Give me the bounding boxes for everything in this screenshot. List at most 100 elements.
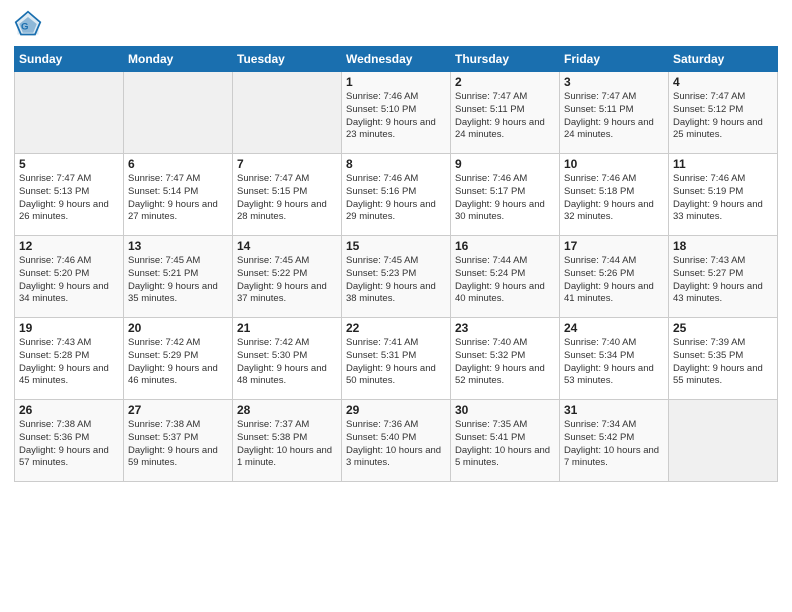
day-number: 11	[673, 157, 773, 171]
calendar-day-cell: 6Sunrise: 7:47 AM Sunset: 5:14 PM Daylig…	[124, 154, 233, 236]
day-number: 10	[564, 157, 664, 171]
calendar-body: 1Sunrise: 7:46 AM Sunset: 5:10 PM Daylig…	[15, 72, 778, 482]
calendar-day-cell: 30 Sunrise: 7:35 AM Sunset: 5:41 PM Dayli…	[451, 400, 560, 482]
calendar-week-row: 1Sunrise: 7:46 AM Sunset: 5:10 PM Daylig…	[15, 72, 778, 154]
day-info: Sunrise: 7:46 AM Sunset: 5:16 PM Dayligh…	[346, 173, 446, 224]
day-info: Sunrise: 7:45 AM Sunset: 5:23 PM Dayligh…	[346, 255, 446, 306]
calendar-day-cell: 17Sunrise: 7:44 AM Sunset: 5:26 PM Dayli…	[560, 236, 669, 318]
day-number: 5	[19, 157, 119, 171]
calendar-day-cell: 14 Sunrise: 7:45 AM Sunset: 5:22 PM Dayli…	[233, 236, 342, 318]
weekday-header-tuesday: Tuesday	[233, 47, 342, 72]
calendar-day-cell: 24 Sunrise: 7:40 AM Sunset: 5:34 PM Dayli…	[560, 318, 669, 400]
day-number: 17	[564, 239, 664, 253]
day-number: 3	[564, 75, 664, 89]
day-number: 8	[346, 157, 446, 171]
calendar-day-cell: 27Sunrise: 7:38 AM Sunset: 5:37 PM Dayli…	[124, 400, 233, 482]
calendar-day-cell: 29 Sunrise: 7:36 AM Sunset: 5:40 PM Dayli…	[342, 400, 451, 482]
day-number: 20	[128, 321, 228, 335]
calendar-day-cell: 7Sunrise: 7:47 AM Sunset: 5:15 PM Daylig…	[233, 154, 342, 236]
calendar-day-cell: 3 Sunrise: 7:47 AM Sunset: 5:11 PM Daylig…	[560, 72, 669, 154]
day-number: 7	[237, 157, 337, 171]
calendar-week-row: 5 Sunrise: 7:47 AM Sunset: 5:13 PM Daylig…	[15, 154, 778, 236]
day-info: Sunrise: 7:44 AM Sunset: 5:24 PM Dayligh…	[455, 255, 555, 306]
day-info: Sunrise: 7:47 AM Sunset: 5:11 PM Dayligh…	[455, 91, 555, 142]
day-number: 19	[19, 321, 119, 335]
day-info: Sunrise: 7:47 AM Sunset: 5:12 PM Dayligh…	[673, 91, 773, 142]
calendar-day-cell: 21 Sunrise: 7:42 AM Sunset: 5:30 PM Dayli…	[233, 318, 342, 400]
day-number: 23	[455, 321, 555, 335]
calendar-week-row: 12 Sunrise: 7:46 AM Sunset: 5:20 PM Dayli…	[15, 236, 778, 318]
day-number: 14	[237, 239, 337, 253]
day-number: 30	[455, 403, 555, 417]
day-number: 24	[564, 321, 664, 335]
day-number: 31	[564, 403, 664, 417]
day-number: 2	[455, 75, 555, 89]
day-number: 4	[673, 75, 773, 89]
weekday-header-row: SundayMondayTuesdayWednesdayThursdayFrid…	[15, 47, 778, 72]
calendar-day-cell: 15 Sunrise: 7:45 AM Sunset: 5:23 PM Dayli…	[342, 236, 451, 318]
day-info: Sunrise: 7:47 AM Sunset: 5:13 PM Dayligh…	[19, 173, 119, 224]
day-info: Sunrise: 7:38 AM Sunset: 5:37 PM Dayligh…	[128, 419, 228, 470]
day-number: 25	[673, 321, 773, 335]
day-number: 22	[346, 321, 446, 335]
day-info: Sunrise: 7:41 AM Sunset: 5:31 PM Dayligh…	[346, 337, 446, 388]
calendar-day-cell	[669, 400, 778, 482]
page-header: G	[14, 10, 778, 38]
svg-text:G: G	[21, 21, 28, 32]
calendar-day-cell: 10 Sunrise: 7:46 AM Sunset: 5:18 PM Dayli…	[560, 154, 669, 236]
day-number: 21	[237, 321, 337, 335]
day-number: 15	[346, 239, 446, 253]
weekday-header-monday: Monday	[124, 47, 233, 72]
day-info: Sunrise: 7:47 AM Sunset: 5:11 PM Dayligh…	[564, 91, 664, 142]
day-info: Sunrise: 7:42 AM Sunset: 5:29 PM Dayligh…	[128, 337, 228, 388]
calendar-day-cell: 26 Sunrise: 7:38 AM Sunset: 5:36 PM Dayli…	[15, 400, 124, 482]
day-info: Sunrise: 7:34 AM Sunset: 5:42 PM Dayligh…	[564, 419, 664, 470]
day-number: 29	[346, 403, 446, 417]
calendar-day-cell: 8 Sunrise: 7:46 AM Sunset: 5:16 PM Daylig…	[342, 154, 451, 236]
day-info: Sunrise: 7:43 AM Sunset: 5:28 PM Dayligh…	[19, 337, 119, 388]
day-info: Sunrise: 7:40 AM Sunset: 5:34 PM Dayligh…	[564, 337, 664, 388]
calendar-header: SundayMondayTuesdayWednesdayThursdayFrid…	[15, 47, 778, 72]
calendar-day-cell: 4 Sunrise: 7:47 AM Sunset: 5:12 PM Daylig…	[669, 72, 778, 154]
day-info: Sunrise: 7:46 AM Sunset: 5:18 PM Dayligh…	[564, 173, 664, 224]
day-info: Sunrise: 7:43 AM Sunset: 5:27 PM Dayligh…	[673, 255, 773, 306]
day-info: Sunrise: 7:46 AM Sunset: 5:17 PM Dayligh…	[455, 173, 555, 224]
day-info: Sunrise: 7:42 AM Sunset: 5:30 PM Dayligh…	[237, 337, 337, 388]
calendar-day-cell: 11 Sunrise: 7:46 AM Sunset: 5:19 PM Dayli…	[669, 154, 778, 236]
calendar-day-cell: 16 Sunrise: 7:44 AM Sunset: 5:24 PM Dayli…	[451, 236, 560, 318]
day-number: 12	[19, 239, 119, 253]
day-info: Sunrise: 7:36 AM Sunset: 5:40 PM Dayligh…	[346, 419, 446, 470]
day-number: 28	[237, 403, 337, 417]
weekday-header-sunday: Sunday	[15, 47, 124, 72]
calendar-day-cell: 20 Sunrise: 7:42 AM Sunset: 5:29 PM Dayli…	[124, 318, 233, 400]
day-info: Sunrise: 7:46 AM Sunset: 5:19 PM Dayligh…	[673, 173, 773, 224]
calendar-day-cell	[124, 72, 233, 154]
day-info: Sunrise: 7:46 AM Sunset: 5:20 PM Dayligh…	[19, 255, 119, 306]
calendar-day-cell: 22 Sunrise: 7:41 AM Sunset: 5:31 PM Dayli…	[342, 318, 451, 400]
day-number: 16	[455, 239, 555, 253]
calendar-day-cell	[233, 72, 342, 154]
calendar-day-cell: 5 Sunrise: 7:47 AM Sunset: 5:13 PM Daylig…	[15, 154, 124, 236]
day-info: Sunrise: 7:45 AM Sunset: 5:22 PM Dayligh…	[237, 255, 337, 306]
calendar-day-cell: 23Sunrise: 7:40 AM Sunset: 5:32 PM Dayli…	[451, 318, 560, 400]
weekday-header-saturday: Saturday	[669, 47, 778, 72]
weekday-header-friday: Friday	[560, 47, 669, 72]
calendar-day-cell	[15, 72, 124, 154]
calendar-day-cell: 9 Sunrise: 7:46 AM Sunset: 5:17 PM Daylig…	[451, 154, 560, 236]
logo: G	[14, 10, 46, 38]
day-number: 26	[19, 403, 119, 417]
day-info: Sunrise: 7:38 AM Sunset: 5:36 PM Dayligh…	[19, 419, 119, 470]
day-info: Sunrise: 7:46 AM Sunset: 5:10 PM Dayligh…	[346, 91, 446, 142]
calendar-day-cell: 2 Sunrise: 7:47 AM Sunset: 5:11 PM Daylig…	[451, 72, 560, 154]
calendar-day-cell: 13Sunrise: 7:45 AM Sunset: 5:21 PM Dayli…	[124, 236, 233, 318]
day-number: 6	[128, 157, 228, 171]
day-number: 13	[128, 239, 228, 253]
calendar-day-cell: 25Sunrise: 7:39 AM Sunset: 5:35 PM Dayli…	[669, 318, 778, 400]
logo-icon: G	[14, 10, 42, 38]
calendar-day-cell: 19 Sunrise: 7:43 AM Sunset: 5:28 PM Dayli…	[15, 318, 124, 400]
calendar-week-row: 19 Sunrise: 7:43 AM Sunset: 5:28 PM Dayli…	[15, 318, 778, 400]
day-number: 9	[455, 157, 555, 171]
calendar-day-cell: 18Sunrise: 7:43 AM Sunset: 5:27 PM Dayli…	[669, 236, 778, 318]
calendar-day-cell: 12 Sunrise: 7:46 AM Sunset: 5:20 PM Dayli…	[15, 236, 124, 318]
day-info: Sunrise: 7:35 AM Sunset: 5:41 PM Dayligh…	[455, 419, 555, 470]
